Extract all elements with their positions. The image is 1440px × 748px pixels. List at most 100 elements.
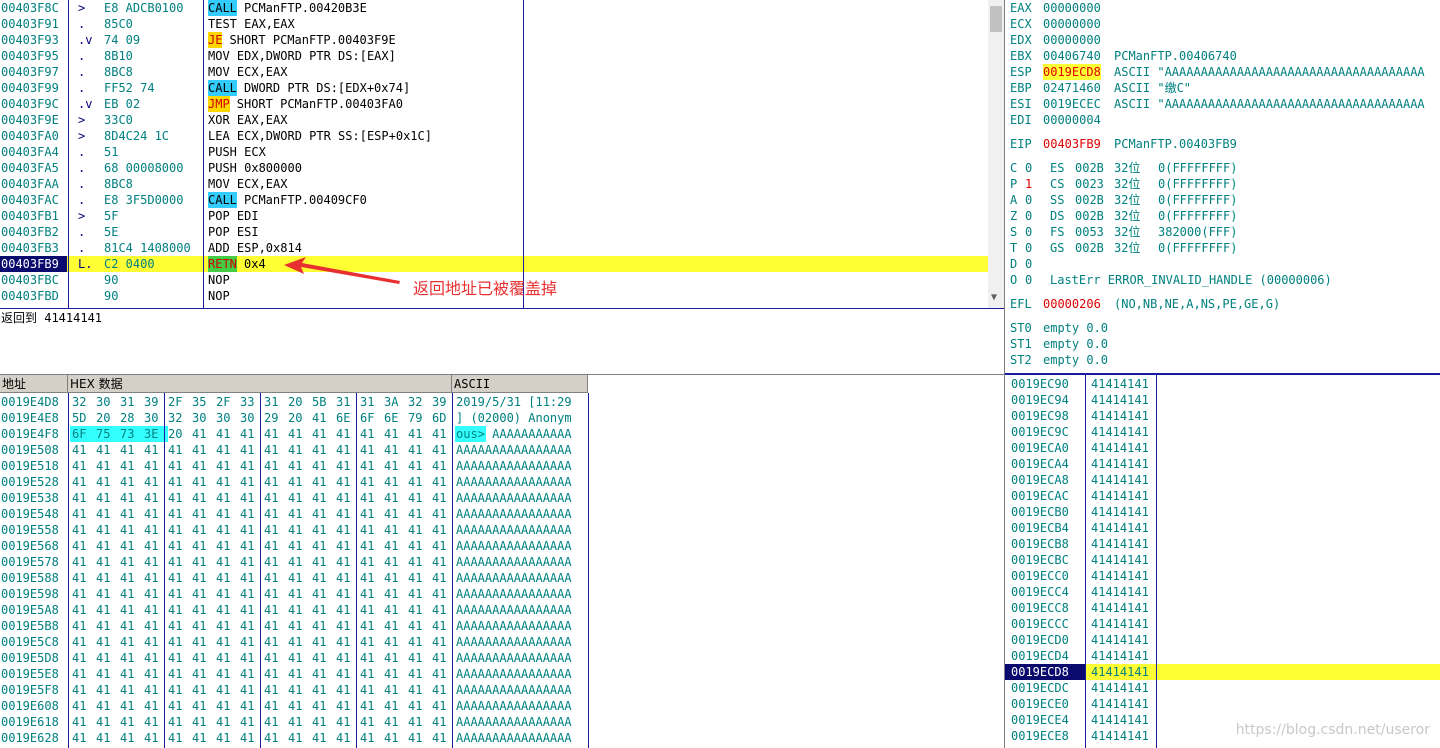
stack-row[interactable]: 0019ECD4 41414141 — [1005, 648, 1440, 664]
disasm-scroll-thumb[interactable] — [990, 6, 1002, 32]
dump-row[interactable]: 0019E598 41 41 41 41 41 41 41 41 41 41 41 41 41 41 41 41… — [0, 586, 1004, 602]
stack-row[interactable]: 0019ECCC 41414141 — [1005, 616, 1440, 632]
disasm-mnemonic: CALL — [208, 0, 237, 16]
stack-row[interactable]: 0019ECDC 41414141 — [1005, 680, 1440, 696]
dump-byte: 41 — [336, 571, 351, 585]
dump-row[interactable]: 0019E508 41 41 41 41 41 41 41 41 41 41 41 41 41 41 41 41… — [0, 442, 1004, 458]
disasm-scroll-down-icon[interactable]: ▼ — [991, 292, 997, 303]
stack-row[interactable]: 0019ECA0 41414141 — [1005, 440, 1440, 456]
dump-byte: 41 — [264, 491, 279, 505]
dump-row[interactable]: 0019E538 41 41 41 41 41 41 41 41 41 41 41 41 41 41 41 41… — [0, 490, 1004, 506]
stack-row[interactable]: 0019ECA4 41414141 — [1005, 456, 1440, 472]
dump-row[interactable]: 0019E5B8 41 41 41 41 41 41 41 41 41 41 41 41 41 41 41 41… — [0, 618, 1004, 634]
registers-pane[interactable]: EAX 00000000 ECX 00000000 EDX 00000000 EBX 0040… — [1005, 0, 1440, 372]
dump-row[interactable]: 0019E528 41 41 41 41 41 41 41 41 41 41 41 41 41 41 41 41… — [0, 474, 1004, 490]
dump-row[interactable]: 0019E558 41 41 41 41 41 41 41 41 41 41 41 41 41 41 41 41… — [0, 522, 1004, 538]
stack-row[interactable]: 0019ECC8 41414141 — [1005, 600, 1440, 616]
dump-header-addr[interactable]: 地址 — [0, 375, 68, 393]
dump-row[interactable]: 0019E568 41 41 41 41 41 41 41 41 41 41 41 41 41 41 41 41… — [0, 538, 1004, 554]
stack-row[interactable]: 0019ECD8 41414141 — [1005, 664, 1440, 680]
dump-byte: 41 — [168, 571, 183, 585]
dump-row[interactable]: 0019E5A8 41 41 41 41 41 41 41 41 41 41 41 41 41 41 41 41… — [0, 602, 1004, 618]
stack-row[interactable]: 0019ECE0 41414141 — [1005, 696, 1440, 712]
dump-pane[interactable]: 地址 HEX 数据 ASCII 0019E4D8 32 30 31 39 2F 35 2F 33… — [0, 375, 1004, 748]
dump-byte: 41 — [120, 683, 135, 697]
dump-row[interactable]: 0019E4E8 5D 20 28 30 32 30 30 30 29 20 41 6E 6F 6E 79 6D… — [0, 410, 1004, 426]
dump-byte: 41 — [312, 411, 327, 425]
stack-row[interactable]: 0019ECD0 41414141 — [1005, 632, 1440, 648]
dump-byte: 41 — [432, 635, 447, 649]
dump-byte: 41 — [144, 651, 159, 665]
disassembly-pane[interactable]: 00403F8C > E8 ADCB0100 CALL PCManFTP.00420B3… — [0, 0, 988, 308]
dump-row[interactable]: 0019E5F8 41 41 41 41 41 41 41 41 41 41 41 41 41 41 41 41… — [0, 682, 1004, 698]
stack-row[interactable]: 0019ECB0 41414141 — [1005, 504, 1440, 520]
dump-byte: 41 — [192, 667, 207, 681]
dump-byte: 41 — [432, 507, 447, 521]
disasm-row[interactable]: 00403FA4. 51 PUSH ECX — [0, 144, 988, 160]
dump-byte: 41 — [384, 507, 399, 521]
stack-row[interactable]: 0019EC90 41414141 — [1005, 376, 1440, 392]
stack-row[interactable]: 0019EC94 41414141 — [1005, 392, 1440, 408]
disasm-row[interactable]: 00403FAA. 8BC8 MOV ECX,EAX — [0, 176, 988, 192]
dump-byte: 41 — [240, 683, 255, 697]
dump-byte: 41 — [192, 443, 207, 457]
stack-row[interactable]: 0019ECA8 41414141 — [1005, 472, 1440, 488]
disasm-address: 00403F93 — [1, 33, 59, 47]
dump-row[interactable]: 0019E578 41 41 41 41 41 41 41 41 41 41 41 41 41 41 41 41… — [0, 554, 1004, 570]
disasm-row[interactable]: 00403FB1 >5F POP EDI — [0, 208, 988, 224]
dump-row[interactable]: 0019E4D8 32 30 31 39 2F 35 2F 33 31 20 5B 31 31 3A 32 39… — [0, 394, 1004, 410]
dump-byte: 41 — [72, 635, 87, 649]
dump-byte: 41 — [312, 683, 327, 697]
dump-row[interactable]: 0019E5E8 41 41 41 41 41 41 41 41 41 41 41 41 41 41 41 41… — [0, 666, 1004, 682]
dump-header-ascii[interactable]: ASCII — [452, 375, 588, 393]
stack-row[interactable]: 0019ECC4 41414141 — [1005, 584, 1440, 600]
flag-name: D — [1010, 257, 1018, 271]
disasm-row[interactable]: 00403FB2. 5E POP ESI — [0, 224, 988, 240]
disasm-address: 00403FA0 — [1, 129, 59, 143]
dump-header-hex[interactable]: HEX 数据 — [68, 375, 452, 393]
dump-address: 0019E528 — [1, 475, 59, 489]
dump-row[interactable]: 0019E5C8 41 41 41 41 41 41 41 41 41 41 41 41 41 41 41 41… — [0, 634, 1004, 650]
dump-row[interactable]: 0019E588 41 41 41 41 41 41 41 41 41 41 41 41 41 41 41 41… — [0, 570, 1004, 586]
register-name: EDI — [1010, 113, 1032, 127]
disasm-jump-marker: . — [78, 241, 86, 255]
stack-row[interactable]: 0019ECBC 41414141 — [1005, 552, 1440, 568]
stack-row[interactable]: 0019ECB8 41414141 — [1005, 536, 1440, 552]
dump-row[interactable]: 0019E628 41 41 41 41 41 41 41 41 41 41 41 41 41 41 41 41… — [0, 730, 1004, 746]
disasm-row[interactable]: 00403FB3. 81C4 1408000 ADD ESP,0x814 — [0, 240, 988, 256]
disasm-row[interactable]: 00403FA5. 68 00008000 PUSH 0x800000 — [0, 160, 988, 176]
disasm-row[interactable]: 00403F9C .v EB 02 JMP SHORT PCManFTP.00403FA… — [0, 96, 988, 112]
disasm-scrollbar[interactable]: ▼ — [988, 0, 1004, 308]
disasm-col-sep-1 — [68, 0, 69, 308]
dump-row[interactable]: 0019E5D8 41 41 41 41 41 41 41 41 41 41 41 41 41 41 41 41… — [0, 650, 1004, 666]
disasm-row[interactable]: 00403F9E >33C0 XOR EAX,EAX — [0, 112, 988, 128]
disasm-row[interactable]: 00403FB9 L. C2 0400 RETN 0x4 — [0, 256, 988, 272]
stack-row[interactable]: 0019ECC0 41414141 — [1005, 568, 1440, 584]
disasm-row[interactable]: 00403FA0 >8D4C24 1C LEA ECX,DWORD PTR SS:[… — [0, 128, 988, 144]
disasm-row[interactable]: 00403F97. 8BC8 MOV ECX,EAX — [0, 64, 988, 80]
stack-row[interactable]: 0019ECAC 41414141 — [1005, 488, 1440, 504]
dump-row[interactable]: 0019E518 41 41 41 41 41 41 41 41 41 41 41 41 41 41 41 41… — [0, 458, 1004, 474]
disasm-row[interactable]: 00403F99. FF52 74 CALL DWORD PTR DS:[EDX+0x… — [0, 80, 988, 96]
dump-row[interactable]: 0019E608 41 41 41 41 41 41 41 41 41 41 41 41 41 41 41 41… — [0, 698, 1004, 714]
dump-row[interactable]: 0019E548 41 41 41 41 41 41 41 41 41 41 41 41 41 41 41 41… — [0, 506, 1004, 522]
stack-row[interactable]: 0019ECB4 41414141 — [1005, 520, 1440, 536]
stack-pane[interactable]: 0019EC90 41414141 0019EC94 41414141 0019EC98… — [1005, 375, 1440, 748]
disasm-row[interactable]: 00403F93 .v 74 09 JE SHORT PCManFTP.00403F9E — [0, 32, 988, 48]
disasm-col-sep-2 — [203, 0, 204, 308]
disasm-row[interactable]: 00403FAC. E8 3F5D0000 CALL PCManFTP.00409CF… — [0, 192, 988, 208]
disasm-row[interactable]: 00403F95. 8B10 MOV EDX,DWORD PTR DS:[EAX] — [0, 48, 988, 64]
dump-row[interactable]: 0019E618 41 41 41 41 41 41 41 41 41 41 41 41 41 41 41 41… — [0, 714, 1004, 730]
disasm-row[interactable]: 00403F8C > E8 ADCB0100 CALL PCManFTP.00420B3… — [0, 0, 988, 16]
stack-row[interactable]: 0019EC98 41414141 — [1005, 408, 1440, 424]
stack-row[interactable]: 0019EC9C 41414141 — [1005, 424, 1440, 440]
register-value: 02471460 — [1043, 81, 1101, 95]
dump-row[interactable]: 0019E4F8 6F 75 73 3E 20 41 41 41 41 41 41 41 41 41 41 41… — [0, 426, 1004, 442]
disasm-hex-bytes: EB 02 — [104, 97, 141, 111]
dump-ascii: ] (02000) Anonym — [456, 411, 572, 425]
disasm-jump-marker: > — [78, 129, 86, 143]
disasm-hex-bytes: 5E — [104, 225, 119, 239]
disasm-row[interactable]: 00403F91. 85C0 TEST EAX,EAX — [0, 16, 988, 32]
dump-byte: 41 — [336, 619, 351, 633]
disasm-instruction: 0x4 — [244, 257, 266, 271]
